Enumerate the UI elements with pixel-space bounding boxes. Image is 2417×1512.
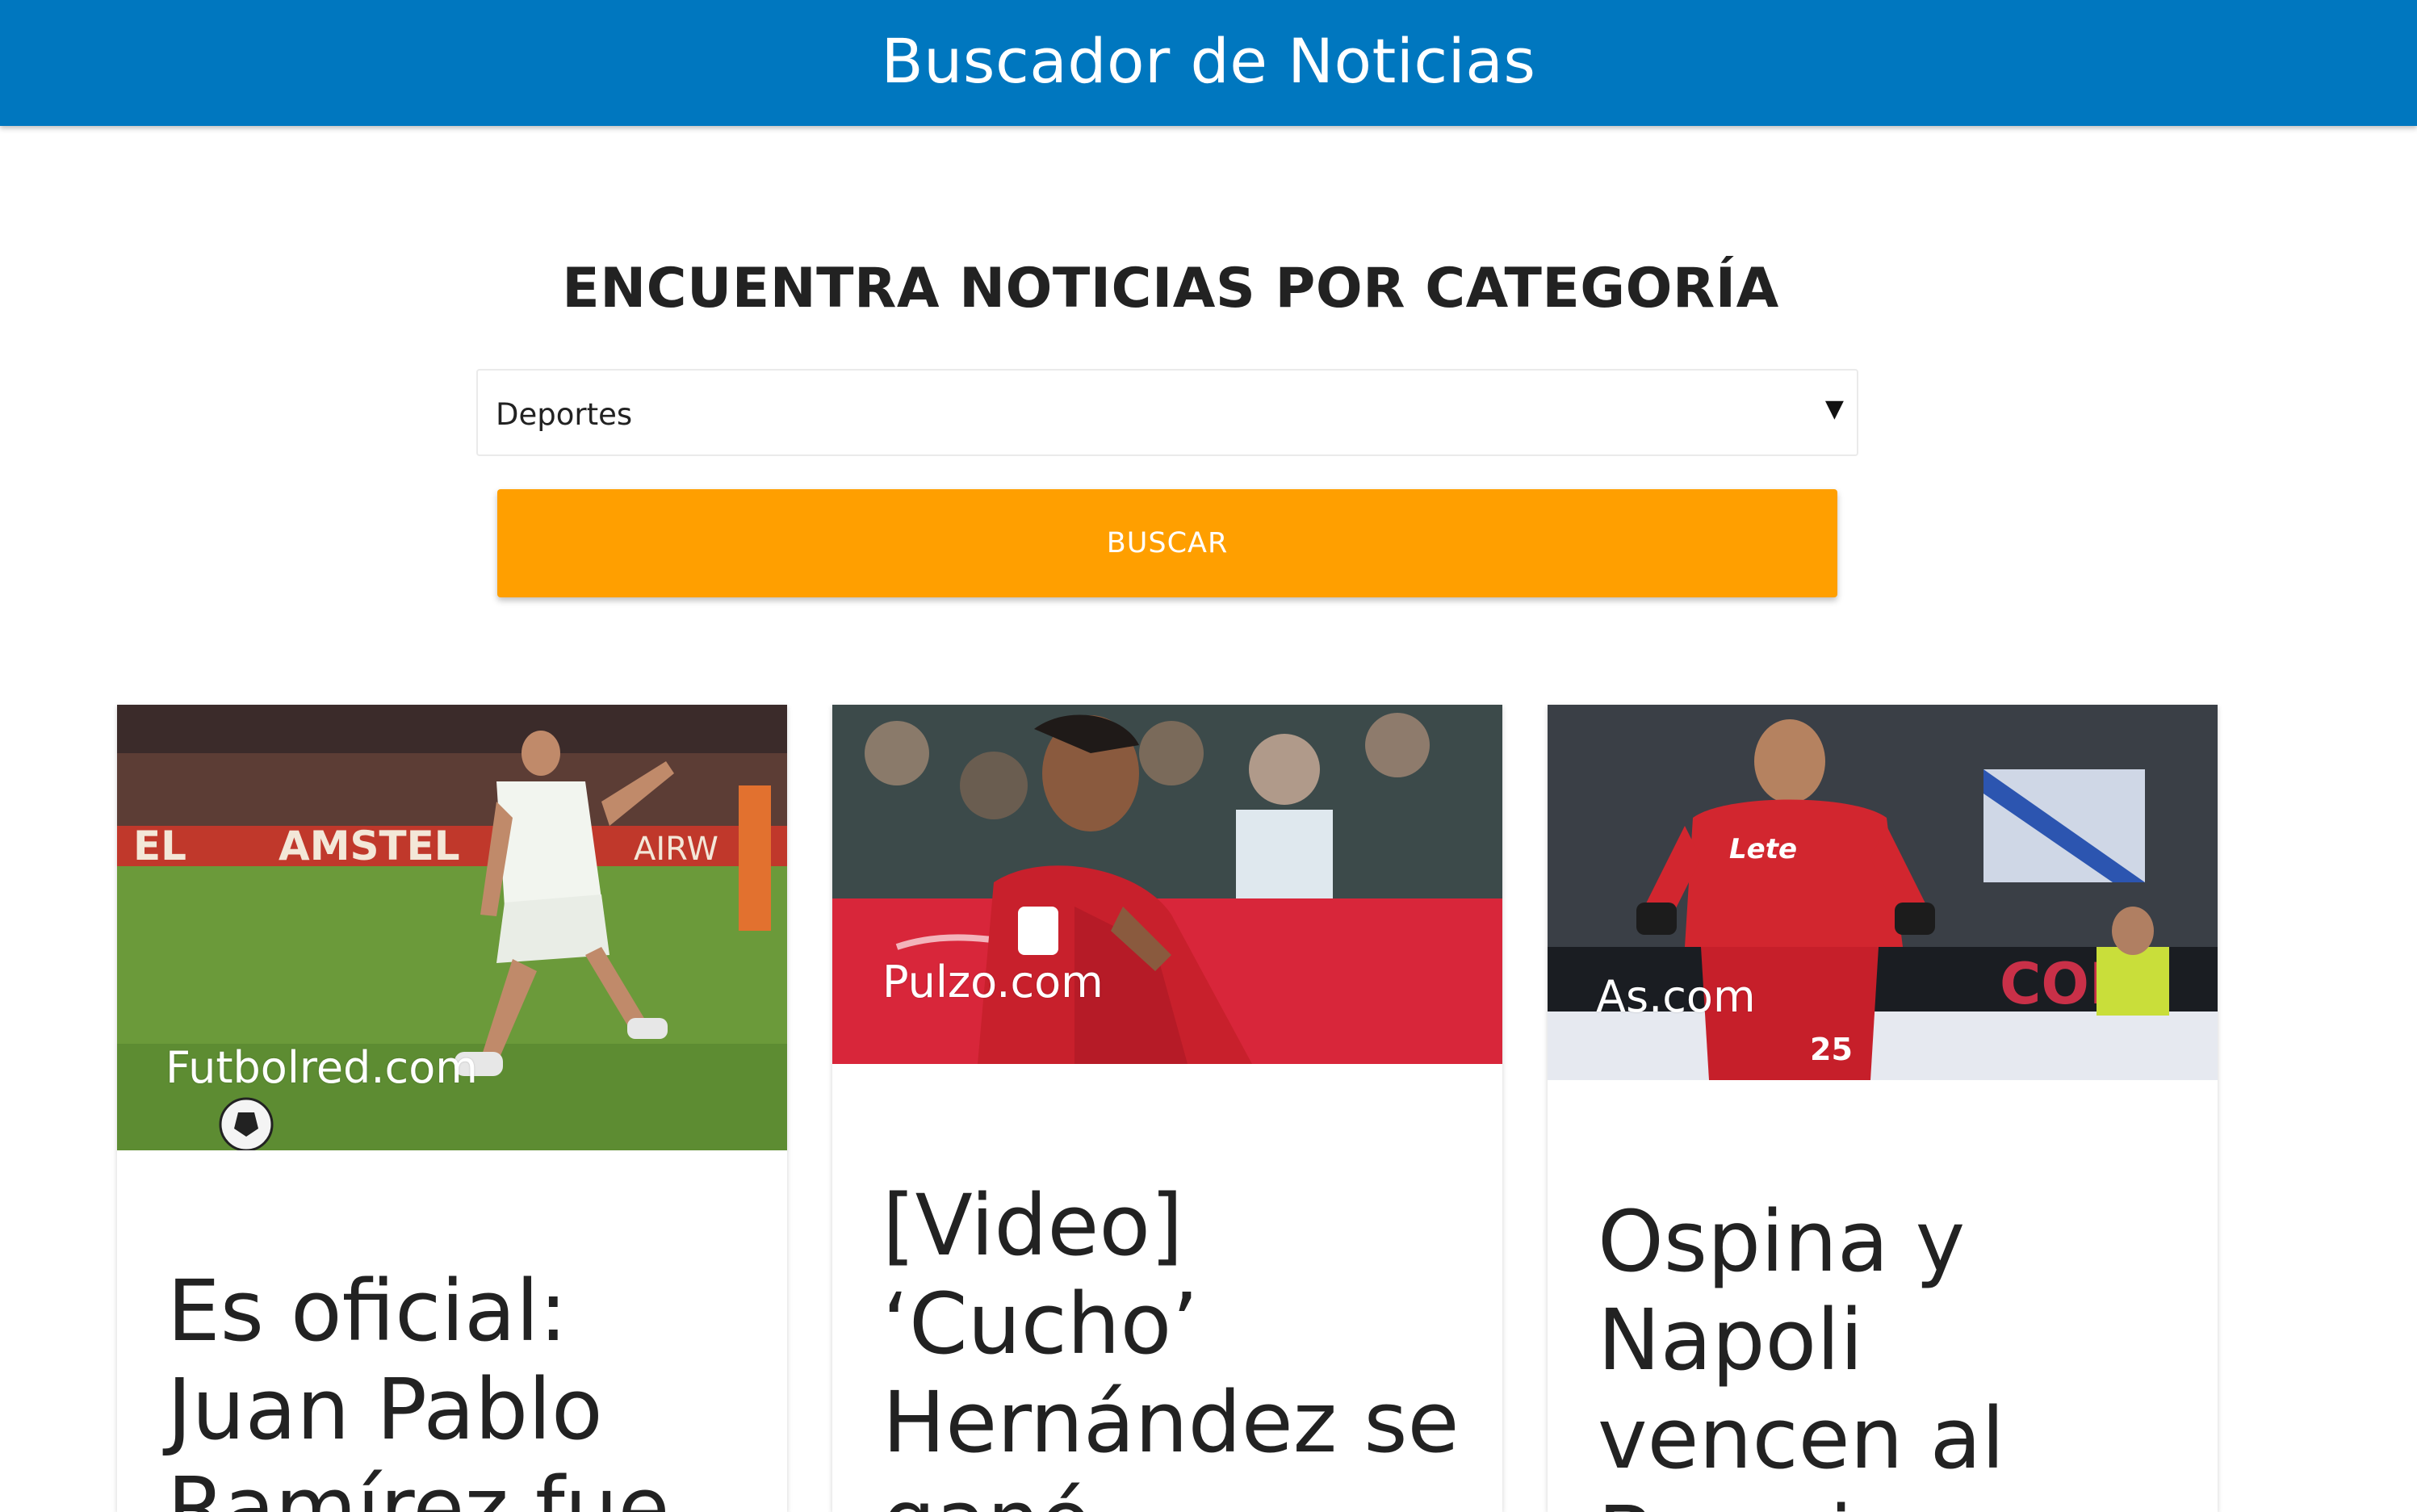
category-select-value: Deportes <box>496 397 633 432</box>
svg-text:EL: EL <box>133 823 186 869</box>
page-heading: ENCUENTRA NOTICIAS POR CATEGORÍA <box>562 257 1779 320</box>
news-source: As.com <box>1596 971 1756 1022</box>
caret-down-icon: ▼ <box>1824 395 1844 423</box>
news-source: Futbolred.com <box>165 1042 478 1093</box>
news-card-image[interactable]: CON Lete 25 As.com <box>1548 705 2218 1080</box>
news-card[interactable]: Pulzo.com [Video] ‘Cucho’ Hernández se g… <box>832 705 1502 1512</box>
news-card[interactable]: AMSTEL EL AIRW Futbolred.com Es oficial:… <box>117 705 787 1512</box>
svg-text:AIRW: AIRW <box>634 831 718 868</box>
news-card[interactable]: CON Lete 25 As.com Ospina y Napoli vence… <box>1548 705 2218 1512</box>
news-source: Pulzo.com <box>882 957 1104 1007</box>
news-title[interactable]: Es oficial: Juan Pablo Ramírez fue <box>167 1262 764 1512</box>
news-title[interactable]: Ospina y Napoli vencen al Brescia <box>1598 1192 2195 1512</box>
soccer-photo-pulzo <box>832 705 1502 1064</box>
top-navbar: Buscador de Noticias <box>0 0 2417 126</box>
category-select[interactable]: Deportes ▼ <box>476 369 1858 456</box>
svg-text:25: 25 <box>1810 1032 1853 1067</box>
news-title[interactable]: [Video] ‘Cucho’ Hernández se ganó <box>882 1176 1480 1512</box>
news-card-image[interactable]: AMSTEL EL AIRW Futbolred.com <box>117 705 787 1150</box>
svg-text:Lete: Lete <box>1729 833 1797 865</box>
news-card-image[interactable]: Pulzo.com <box>832 705 1502 1064</box>
soccer-photo-as: CON Lete 25 <box>1548 705 2218 1080</box>
svg-text:AMSTEL: AMSTEL <box>279 823 460 869</box>
brand-title[interactable]: Buscador de Noticias <box>882 25 1536 97</box>
search-button[interactable]: BUSCAR <box>497 489 1837 597</box>
